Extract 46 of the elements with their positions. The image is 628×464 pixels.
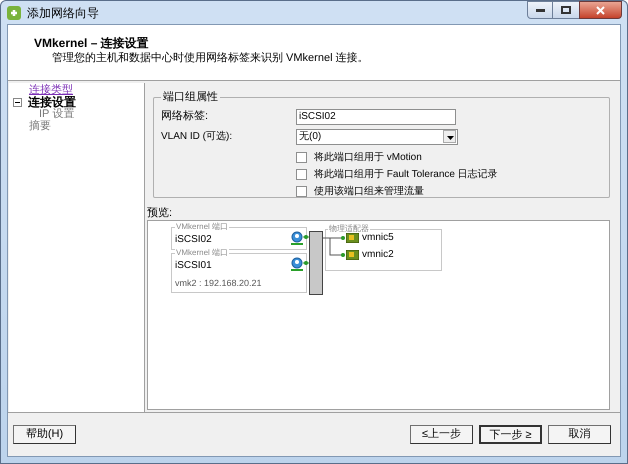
next-button[interactable]: 下一步 ≥ <box>479 425 542 444</box>
network-port-icon <box>291 257 303 271</box>
preview-label: 预览: <box>147 207 174 220</box>
port-name: iSCSI01 <box>175 260 212 271</box>
network-port-icon <box>291 231 303 245</box>
port-group-label: VMkernel 端口 <box>175 249 230 257</box>
help-button[interactable]: 帮助(H) <box>13 425 76 444</box>
adapter-group-label: 物理适配器 <box>328 225 370 233</box>
close-button[interactable] <box>579 1 622 19</box>
back-button[interactable]: ≤上一步 <box>410 425 473 444</box>
checkbox-label: 将此端口组用于 Fault Tolerance 日志记录 <box>314 168 498 182</box>
network-label-field[interactable]: iSCSI02 <box>296 108 456 124</box>
port-detail: vmk2 : 192.168.20.21 <box>175 278 262 288</box>
switch-bar <box>309 231 323 295</box>
checkbox[interactable] <box>296 186 307 196</box>
nav-item[interactable]: IP 设置 <box>39 108 74 120</box>
minimize-button[interactable] <box>527 1 553 19</box>
checkbox-label: 将此端口组用于 vMotion <box>314 150 422 164</box>
nav-item[interactable]: 摘要 <box>29 120 51 132</box>
minimize-icon <box>536 8 544 12</box>
field-label: 网络标签: <box>161 109 210 124</box>
window-title: 添加网络向导 <box>27 4 99 22</box>
close-icon <box>596 6 605 14</box>
connector-line <box>302 261 310 265</box>
maximize-button[interactable] <box>553 1 579 19</box>
network-adapter-icon <box>346 250 359 260</box>
port-name: iSCSI02 <box>175 234 212 245</box>
collapse-icon[interactable] <box>13 98 22 106</box>
app-icon <box>6 4 22 20</box>
field-label: VLAN ID (可选): <box>161 130 234 144</box>
connector-line <box>302 235 310 239</box>
checkbox-label: 使用该端口组来管理流量 <box>314 184 424 198</box>
vlan-dropdown[interactable]: 无(0) <box>296 128 458 144</box>
group-title: 端口组属性 <box>162 90 219 105</box>
nav-item[interactable]: 连接类型 <box>29 84 73 96</box>
adapter-name: vmnic2 <box>362 249 394 260</box>
adapter-name: vmnic5 <box>362 232 394 243</box>
checkbox[interactable] <box>296 168 307 180</box>
checkbox[interactable] <box>296 152 307 162</box>
header-subtitle: 管理您的主机和数据中心时使用网络标签来识别 VMkernel 连接。 <box>51 51 370 65</box>
nav-item[interactable]: 连接设置 <box>28 96 76 108</box>
port-group-label: VMkernel 端口 <box>175 223 230 231</box>
maximize-icon <box>561 6 571 14</box>
network-adapter-icon <box>346 233 359 243</box>
header-title: VMkernel – 连接设置 <box>34 35 150 51</box>
cancel-button[interactable]: 取消 <box>548 425 611 444</box>
